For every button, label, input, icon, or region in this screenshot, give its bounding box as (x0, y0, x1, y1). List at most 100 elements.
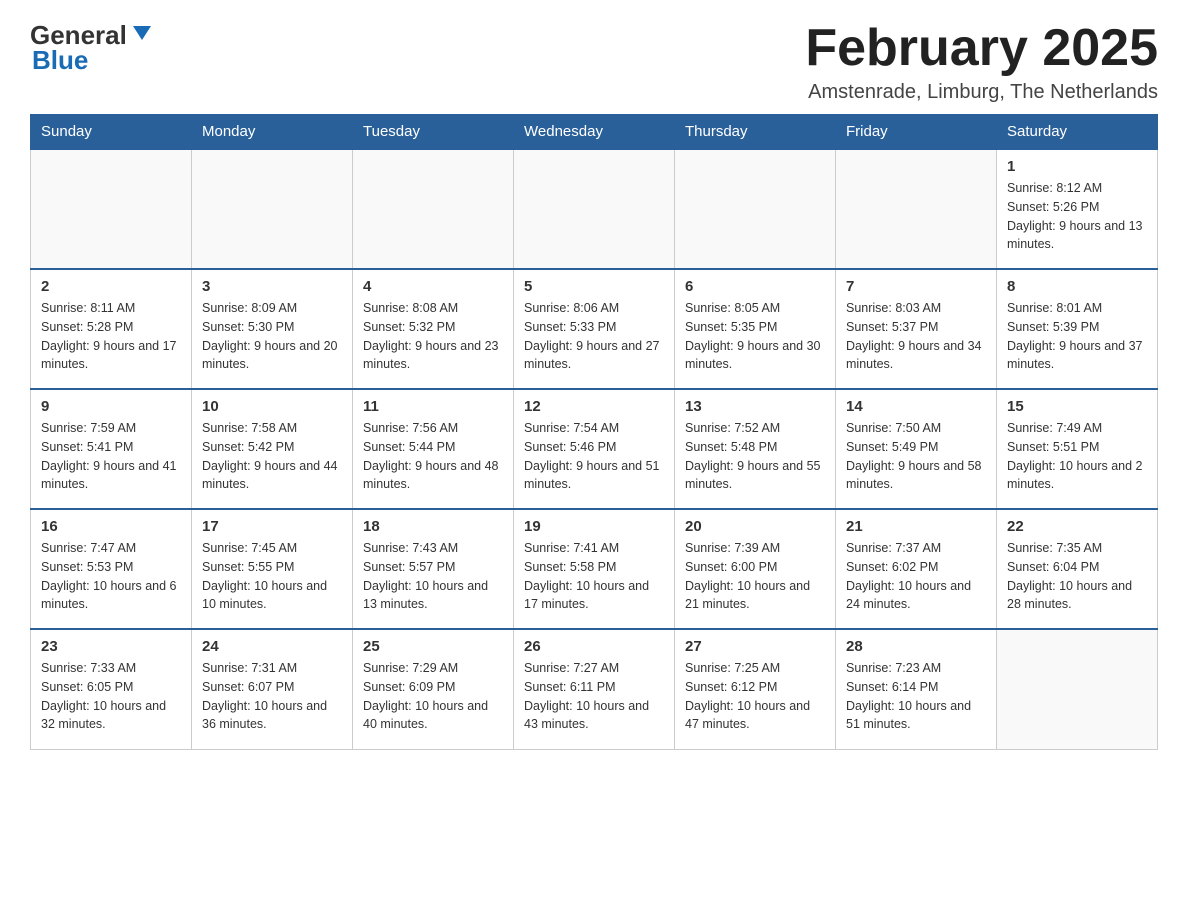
day-info: Sunrise: 8:01 AM Sunset: 5:39 PM Dayligh… (1007, 299, 1147, 374)
calendar-cell (514, 149, 675, 269)
day-info: Sunrise: 8:06 AM Sunset: 5:33 PM Dayligh… (524, 299, 664, 374)
calendar-week-row: 9Sunrise: 7:59 AM Sunset: 5:41 PM Daylig… (31, 389, 1158, 509)
day-number: 19 (524, 518, 664, 535)
day-number: 28 (846, 638, 986, 655)
day-number: 13 (685, 398, 825, 415)
day-number: 17 (202, 518, 342, 535)
day-header-wednesday: Wednesday (514, 115, 675, 150)
day-number: 16 (41, 518, 181, 535)
calendar-cell (675, 149, 836, 269)
calendar-cell: 3 Sunrise: 8:09 AM Sunset: 5:30 PM Daylig… (192, 269, 353, 389)
calendar-week-row: 2Sunrise: 8:11 AM Sunset: 5:28 PM Daylig… (31, 269, 1158, 389)
calendar-cell: 9Sunrise: 7:59 AM Sunset: 5:41 PM Daylig… (31, 389, 192, 509)
logo-blue-text: Blue (32, 45, 88, 76)
day-number: 15 (1007, 398, 1147, 415)
day-number: 23 (41, 638, 181, 655)
day-info: Sunrise: 8:08 AM Sunset: 5:32 PM Dayligh… (363, 299, 503, 374)
day-header-monday: Monday (192, 115, 353, 150)
day-number: 6 (685, 278, 825, 295)
calendar-cell (31, 149, 192, 269)
calendar-cell: 27 Sunrise: 7:25 AM Sunset: 6:12 PM Dayli… (675, 629, 836, 749)
location-subtitle: Amstenrade, Limburg, The Netherlands (805, 81, 1158, 104)
day-info: Sunrise: 7:29 AM Sunset: 6:09 PM Dayligh… (363, 659, 503, 734)
calendar-cell: 24Sunrise: 7:31 AM Sunset: 6:07 PM Dayli… (192, 629, 353, 749)
day-number: 10 (202, 398, 342, 415)
day-number: 22 (1007, 518, 1147, 535)
day-header-friday: Friday (836, 115, 997, 150)
day-number: 4 (363, 278, 503, 295)
day-number: 7 (846, 278, 986, 295)
day-number: 5 (524, 278, 664, 295)
calendar-cell: 16 Sunrise: 7:47 AM Sunset: 5:53 PM Dayli… (31, 509, 192, 629)
calendar-cell: 2Sunrise: 8:11 AM Sunset: 5:28 PM Daylig… (31, 269, 192, 389)
calendar-week-row: 1 Sunrise: 8:12 AM Sunset: 5:26 PM Daylig… (31, 149, 1158, 269)
day-info: Sunrise: 7:43 AM Sunset: 5:57 PM Dayligh… (363, 539, 503, 614)
day-info: Sunrise: 7:45 AM Sunset: 5:55 PM Dayligh… (202, 539, 342, 614)
day-header-tuesday: Tuesday (353, 115, 514, 150)
day-info: Sunrise: 8:09 AM Sunset: 5:30 PM Dayligh… (202, 299, 342, 374)
calendar-cell: 17 Sunrise: 7:45 AM Sunset: 5:55 PM Dayli… (192, 509, 353, 629)
day-number: 20 (685, 518, 825, 535)
day-info: Sunrise: 7:58 AM Sunset: 5:42 PM Dayligh… (202, 419, 342, 494)
day-info: Sunrise: 7:49 AM Sunset: 5:51 PM Dayligh… (1007, 419, 1147, 494)
calendar-cell: 28 Sunrise: 7:23 AM Sunset: 6:14 PM Dayli… (836, 629, 997, 749)
day-number: 25 (363, 638, 503, 655)
day-info: Sunrise: 7:23 AM Sunset: 6:14 PM Dayligh… (846, 659, 986, 734)
calendar-cell: 26 Sunrise: 7:27 AM Sunset: 6:11 PM Dayli… (514, 629, 675, 749)
calendar-cell (836, 149, 997, 269)
calendar-cell: 10 Sunrise: 7:58 AM Sunset: 5:42 PM Dayli… (192, 389, 353, 509)
calendar-cell: 19 Sunrise: 7:41 AM Sunset: 5:58 PM Dayli… (514, 509, 675, 629)
day-number: 1 (1007, 158, 1147, 175)
calendar-cell: 25 Sunrise: 7:29 AM Sunset: 6:09 PM Dayli… (353, 629, 514, 749)
calendar-cell: 4 Sunrise: 8:08 AM Sunset: 5:32 PM Daylig… (353, 269, 514, 389)
day-number: 18 (363, 518, 503, 535)
day-number: 12 (524, 398, 664, 415)
day-number: 9 (41, 398, 181, 415)
calendar-cell: 18 Sunrise: 7:43 AM Sunset: 5:57 PM Dayli… (353, 509, 514, 629)
day-number: 26 (524, 638, 664, 655)
day-info: Sunrise: 7:54 AM Sunset: 5:46 PM Dayligh… (524, 419, 664, 494)
day-number: 21 (846, 518, 986, 535)
day-info: Sunrise: 7:27 AM Sunset: 6:11 PM Dayligh… (524, 659, 664, 734)
logo-triangle-icon (131, 22, 153, 49)
day-info: Sunrise: 7:50 AM Sunset: 5:49 PM Dayligh… (846, 419, 986, 494)
day-info: Sunrise: 8:12 AM Sunset: 5:26 PM Dayligh… (1007, 179, 1147, 254)
day-number: 27 (685, 638, 825, 655)
calendar-cell: 11 Sunrise: 7:56 AM Sunset: 5:44 PM Dayli… (353, 389, 514, 509)
calendar-header-row: SundayMondayTuesdayWednesdayThursdayFrid… (31, 115, 1158, 150)
calendar-cell: 5 Sunrise: 8:06 AM Sunset: 5:33 PM Daylig… (514, 269, 675, 389)
day-number: 3 (202, 278, 342, 295)
day-info: Sunrise: 7:35 AM Sunset: 6:04 PM Dayligh… (1007, 539, 1147, 614)
calendar-cell: 6 Sunrise: 8:05 AM Sunset: 5:35 PM Daylig… (675, 269, 836, 389)
calendar-week-row: 16 Sunrise: 7:47 AM Sunset: 5:53 PM Dayli… (31, 509, 1158, 629)
day-info: Sunrise: 8:03 AM Sunset: 5:37 PM Dayligh… (846, 299, 986, 374)
day-info: Sunrise: 7:52 AM Sunset: 5:48 PM Dayligh… (685, 419, 825, 494)
calendar-cell: 1 Sunrise: 8:12 AM Sunset: 5:26 PM Daylig… (997, 149, 1158, 269)
calendar-cell: 22 Sunrise: 7:35 AM Sunset: 6:04 PM Dayli… (997, 509, 1158, 629)
day-info: Sunrise: 7:31 AM Sunset: 6:07 PM Dayligh… (202, 659, 342, 734)
day-header-thursday: Thursday (675, 115, 836, 150)
calendar-cell: 12 Sunrise: 7:54 AM Sunset: 5:46 PM Dayli… (514, 389, 675, 509)
page-header: General Blue February 2025 Amstenrade, L… (30, 20, 1158, 104)
day-info: Sunrise: 7:37 AM Sunset: 6:02 PM Dayligh… (846, 539, 986, 614)
calendar-cell: 8 Sunrise: 8:01 AM Sunset: 5:39 PM Daylig… (997, 269, 1158, 389)
month-title: February 2025 (805, 20, 1158, 77)
day-info: Sunrise: 7:39 AM Sunset: 6:00 PM Dayligh… (685, 539, 825, 614)
calendar-cell: 15 Sunrise: 7:49 AM Sunset: 5:51 PM Dayli… (997, 389, 1158, 509)
day-header-saturday: Saturday (997, 115, 1158, 150)
day-number: 8 (1007, 278, 1147, 295)
day-info: Sunrise: 7:25 AM Sunset: 6:12 PM Dayligh… (685, 659, 825, 734)
day-info: Sunrise: 7:56 AM Sunset: 5:44 PM Dayligh… (363, 419, 503, 494)
day-info: Sunrise: 8:05 AM Sunset: 5:35 PM Dayligh… (685, 299, 825, 374)
day-number: 14 (846, 398, 986, 415)
day-header-sunday: Sunday (31, 115, 192, 150)
calendar-cell (997, 629, 1158, 749)
day-number: 11 (363, 398, 503, 415)
calendar-cell (192, 149, 353, 269)
calendar-table: SundayMondayTuesdayWednesdayThursdayFrid… (30, 114, 1158, 750)
day-number: 2 (41, 278, 181, 295)
day-info: Sunrise: 7:47 AM Sunset: 5:53 PM Dayligh… (41, 539, 181, 614)
day-info: Sunrise: 7:41 AM Sunset: 5:58 PM Dayligh… (524, 539, 664, 614)
calendar-cell: 7 Sunrise: 8:03 AM Sunset: 5:37 PM Daylig… (836, 269, 997, 389)
calendar-cell: 13 Sunrise: 7:52 AM Sunset: 5:48 PM Dayli… (675, 389, 836, 509)
